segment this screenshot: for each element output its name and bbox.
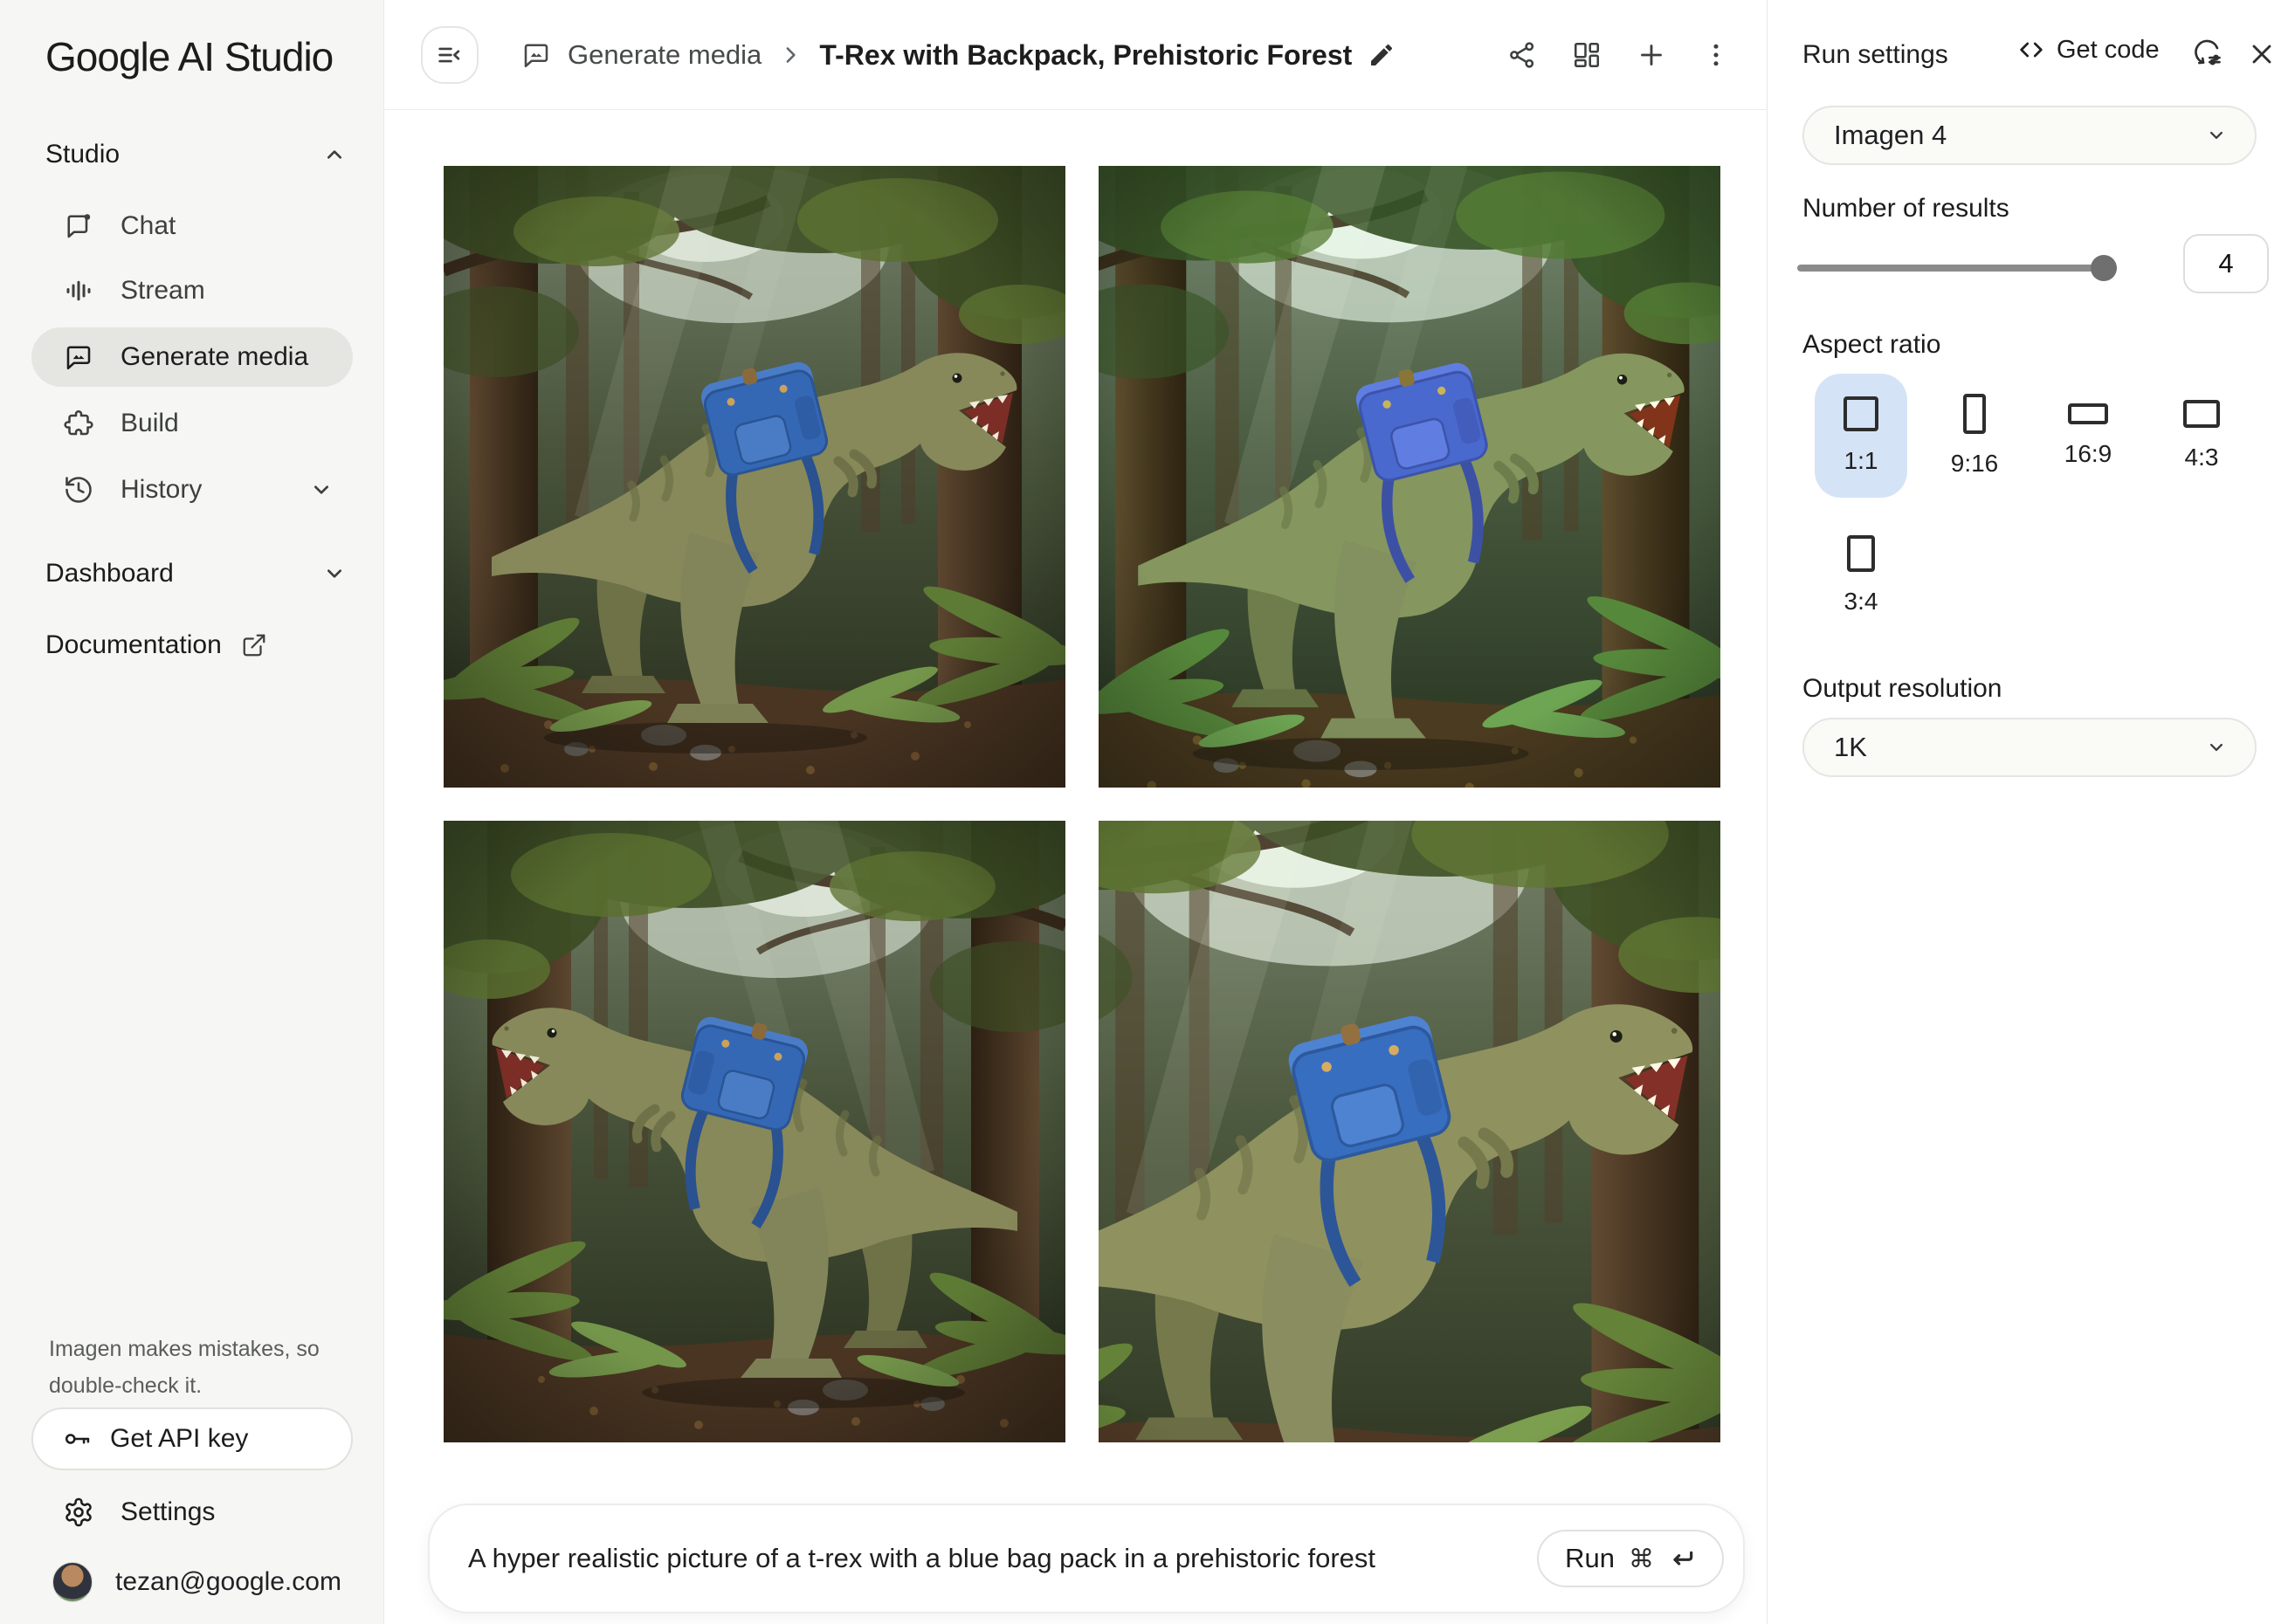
sidebar-item-generate-media[interactable]: Generate media <box>31 327 353 387</box>
avatar <box>52 1562 93 1602</box>
ratio-1-1-icon <box>1843 396 1878 431</box>
sidebar-item-label: Build <box>121 409 179 438</box>
history-icon <box>63 474 94 506</box>
section-studio-label: Studio <box>45 140 120 169</box>
documentation-label: Documentation <box>45 630 222 660</box>
google-ai-studio-app: Google AI Studio Studio Chat Stream Gene… <box>0 0 2288 1624</box>
number-of-results-input[interactable]: 4 <box>2183 234 2269 293</box>
command-key-glyph: ⌘ <box>1629 1544 1654 1573</box>
main-topbar: Generate media T-Rex with Backpack, Preh… <box>384 0 1767 110</box>
edit-title-icon[interactable] <box>1368 41 1396 69</box>
settings-button[interactable]: Settings <box>63 1483 215 1542</box>
run-settings-panel: Run settings Get code Imagen 4 Number of… <box>1767 0 2288 1624</box>
chevron-up-icon <box>320 141 348 169</box>
sidebar-item-history[interactable]: History <box>31 460 353 520</box>
get-code-button[interactable]: Get code <box>2016 35 2160 65</box>
slider-track[interactable] <box>1797 265 2117 272</box>
get-api-key-label: Get API key <box>110 1424 248 1454</box>
aspect-ratio-4-3[interactable]: 4:3 <box>2155 374 2248 498</box>
run-button-label: Run <box>1565 1543 1615 1574</box>
output-resolution-select[interactable]: 1K <box>1802 718 2257 777</box>
ratio-4-3-icon <box>2183 400 2220 428</box>
build-puzzle-icon <box>63 408 94 439</box>
sidebar-item-label: Chat <box>121 211 176 241</box>
sidebar-section-studio[interactable]: Studio <box>45 140 348 169</box>
topbar-actions <box>1506 0 1732 110</box>
settings-label: Settings <box>121 1497 215 1527</box>
aspect-ratio-16-9[interactable]: 16:9 <box>2042 374 2134 498</box>
sidebar-item-chat[interactable]: Chat <box>31 196 353 256</box>
sidebar-item-label: History <box>121 475 202 505</box>
aspect-ratio-label: Aspect ratio <box>1802 330 1940 360</box>
app-logo[interactable]: Google AI Studio <box>45 33 333 80</box>
output-resolution-label: Output resolution <box>1802 674 2002 704</box>
sidebar-item-build[interactable]: Build <box>31 394 353 453</box>
share-icon[interactable] <box>1506 39 1538 71</box>
ratio-16-9-icon <box>2068 403 2108 424</box>
chevron-right-icon <box>777 42 803 68</box>
model-disclaimer: Imagen makes mistakes, so double-check i… <box>49 1331 328 1404</box>
chevron-down-icon <box>2204 735 2229 760</box>
generate-media-icon <box>63 341 94 373</box>
ratio-3-4-icon <box>1847 535 1875 572</box>
chevron-down-icon <box>307 476 335 504</box>
prompt-bar[interactable]: A hyper realistic picture of a t-rex wit… <box>428 1504 1745 1614</box>
user-account[interactable]: tezan@google.com <box>52 1552 341 1612</box>
external-link-icon <box>241 632 267 658</box>
breadcrumb: Generate media T-Rex with Backpack, Preh… <box>520 0 1396 110</box>
chevron-down-icon <box>320 560 348 588</box>
collapse-sidebar-button[interactable] <box>421 26 479 84</box>
sidebar-item-label: Stream <box>121 276 205 306</box>
number-of-results-label: Number of results <box>1802 194 2009 224</box>
generated-image-3[interactable] <box>444 821 1065 1442</box>
stream-waveform-icon <box>63 275 94 306</box>
aspect-ratio-9-16[interactable]: 9:16 <box>1928 374 2021 498</box>
generated-image-2[interactable] <box>1099 166 1720 788</box>
dashboard-grid-icon[interactable] <box>1571 39 1602 71</box>
close-panel-icon[interactable] <box>2246 38 2278 70</box>
sidebar-item-label: Generate media <box>121 342 308 372</box>
generated-image-4[interactable] <box>1099 821 1720 1442</box>
model-select[interactable]: Imagen 4 <box>1802 106 2257 165</box>
section-dashboard-label: Dashboard <box>45 559 174 588</box>
generated-image-1[interactable] <box>444 166 1065 788</box>
key-icon <box>63 1424 93 1454</box>
return-key-icon <box>1668 1545 1696 1572</box>
aspect-ratio-1-1[interactable]: 1:1 <box>1815 374 1907 498</box>
output-resolution-value: 1K <box>1834 732 1867 763</box>
gear-icon <box>63 1497 94 1528</box>
chat-icon <box>63 210 94 242</box>
user-email: tezan@google.com <box>115 1567 341 1597</box>
code-icon <box>2016 35 2046 65</box>
page-title: T-Rex with Backpack, Prehistoric Forest <box>819 39 1352 72</box>
chevron-down-icon <box>2204 123 2229 148</box>
prompt-input[interactable]: A hyper realistic picture of a t-rex wit… <box>468 1543 1537 1574</box>
model-select-value: Imagen 4 <box>1834 120 1947 151</box>
sidebar-item-documentation[interactable]: Documentation <box>45 630 348 660</box>
breadcrumb-generate-media[interactable]: Generate media <box>568 39 762 71</box>
get-code-label: Get code <box>2057 36 2160 65</box>
run-settings-title: Run settings <box>1802 40 1948 70</box>
sidebar-section-dashboard[interactable]: Dashboard <box>45 559 348 588</box>
generate-media-icon <box>520 39 552 71</box>
collapse-sidebar-icon <box>435 40 465 70</box>
ratio-9-16-icon <box>1963 394 1986 434</box>
main-content: Generate media T-Rex with Backpack, Preh… <box>384 0 1767 1624</box>
sidebar: Google AI Studio Studio Chat Stream Gene… <box>0 0 384 1624</box>
run-settings-header: Run settings Get code <box>1768 0 2288 110</box>
sidebar-item-stream[interactable]: Stream <box>31 261 353 320</box>
get-api-key-button[interactable]: Get API key <box>31 1407 353 1470</box>
number-of-results-slider[interactable] <box>1797 255 2117 281</box>
slider-thumb[interactable] <box>2091 255 2117 281</box>
reset-settings-icon[interactable] <box>2191 37 2224 70</box>
more-options-icon[interactable] <box>1700 39 1732 71</box>
new-prompt-icon[interactable] <box>1636 39 1667 71</box>
aspect-ratio-3-4[interactable]: 3:4 <box>1815 513 1907 637</box>
run-button[interactable]: Run ⌘ <box>1537 1530 1724 1587</box>
